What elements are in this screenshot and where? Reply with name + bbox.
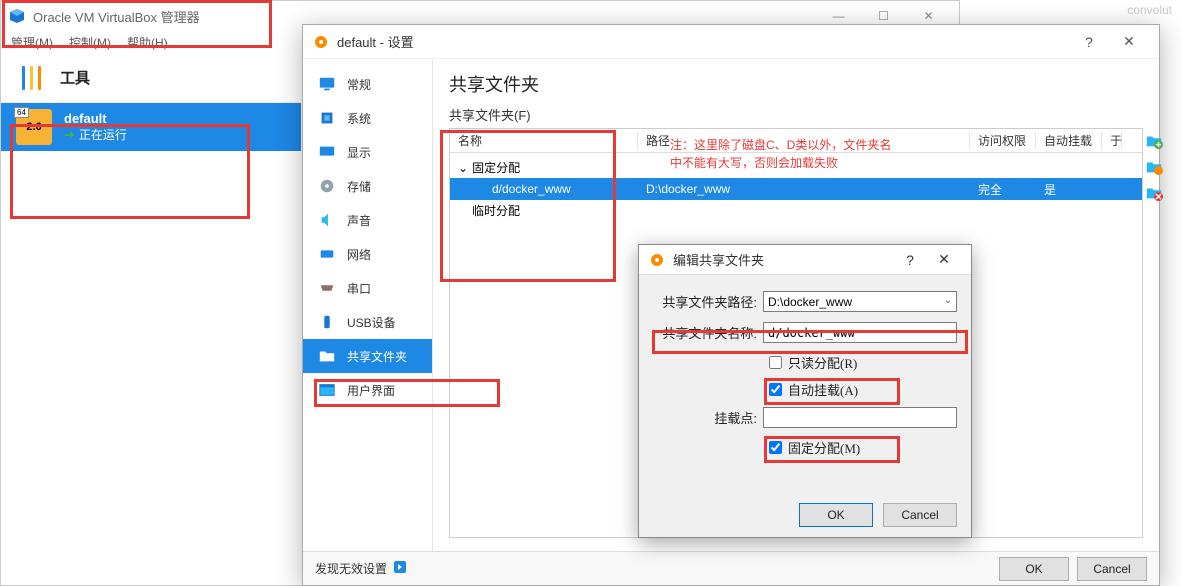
folder-name-input[interactable] <box>763 322 957 343</box>
group-fixed[interactable]: ⌄ 固定分配 <box>450 157 1142 178</box>
chevron-down-icon: ⌄ <box>944 295 952 306</box>
main-title: Oracle VM VirtualBox 管理器 <box>33 7 816 26</box>
menu-help[interactable]: 帮助(H) <box>127 34 168 51</box>
automount-checkbox[interactable] <box>769 383 782 396</box>
col-path[interactable]: 路径 <box>638 132 970 149</box>
settings-title: default - 设置 <box>337 32 1069 51</box>
running-arrow-icon: ➔ <box>64 127 75 143</box>
ok-button[interactable]: OK <box>799 503 873 527</box>
category-shared-folders[interactable]: 共享文件夹 <box>303 339 432 373</box>
vm-list-sidebar: 工具 64 2.6 default ➔ 正在运行 <box>1 53 301 585</box>
edit-shared-folder-dialog: 编辑共享文件夹 ? ✕ 共享文件夹路径: D:\docker_www ⌄ 共享文… <box>638 244 972 538</box>
chip-icon <box>317 108 337 128</box>
mountpoint-input[interactable] <box>763 407 957 428</box>
label-automount[interactable]: 自动挂载(A) <box>788 380 858 399</box>
vm-status: 正在运行 <box>79 126 127 143</box>
label-mountpoint: 挂载点: <box>653 408 763 427</box>
cell-name: d/docker_www <box>450 182 638 196</box>
gear-icon <box>649 252 665 268</box>
display-icon <box>317 142 337 162</box>
label-readonly[interactable]: 只读分配(R) <box>788 353 857 372</box>
label-folder-path: 共享文件夹路径: <box>653 292 763 311</box>
permanent-checkbox[interactable] <box>769 441 782 454</box>
tools-label: 工具 <box>60 67 90 88</box>
cell-access: 完全 <box>970 181 1036 198</box>
group-temp[interactable]: 临时分配 <box>450 200 1142 221</box>
monitor-icon <box>317 74 337 94</box>
category-network[interactable]: 网络 <box>303 237 432 271</box>
edit-title: 编辑共享文件夹 <box>673 250 893 269</box>
cell-auto: 是 <box>1036 181 1102 198</box>
cancel-button[interactable]: Cancel <box>883 503 957 527</box>
col-access[interactable]: 访问权限 <box>970 132 1036 149</box>
folder-path-select[interactable]: D:\docker_www ⌄ <box>763 291 957 312</box>
category-ui[interactable]: 用户界面 <box>303 373 432 407</box>
settings-titlebar[interactable]: default - 设置 ? ✕ <box>303 25 1159 59</box>
faded-text: convolut <box>1127 3 1172 17</box>
window-icon <box>317 380 337 400</box>
col-name[interactable]: 名称 <box>450 132 638 149</box>
disk-icon <box>317 176 337 196</box>
label-folder-name: 共享文件夹名称: <box>653 323 763 342</box>
table-row[interactable]: d/docker_www D:\docker_www 完全 是 <box>450 178 1142 200</box>
edit-folder-button[interactable] <box>1144 157 1164 177</box>
tools-icon <box>16 62 48 94</box>
footer-status: 发现无效设置 <box>315 560 999 577</box>
category-serial[interactable]: 串口 <box>303 271 432 305</box>
menu-control[interactable]: 控制(M) <box>69 34 111 51</box>
readonly-checkbox[interactable] <box>769 356 782 369</box>
table-header: 名称 路径 访问权限 自动挂载 于 <box>450 129 1142 153</box>
settings-footer: 发现无效设置 OK Cancel <box>303 551 1159 585</box>
category-storage[interactable]: 存储 <box>303 169 432 203</box>
vm-name: default <box>64 111 127 126</box>
content-subtitle: 共享文件夹(F) <box>449 105 1143 124</box>
edit-titlebar[interactable]: 编辑共享文件夹 ? ✕ <box>639 245 971 275</box>
category-usb[interactable]: USB设备 <box>303 305 432 339</box>
category-audio[interactable]: 声音 <box>303 203 432 237</box>
category-display[interactable]: 显示 <box>303 135 432 169</box>
category-general[interactable]: 常规 <box>303 67 432 101</box>
chevron-down-icon: ⌄ <box>458 161 468 175</box>
close-button[interactable]: ✕ <box>1109 33 1149 50</box>
vm-64bit-badge: 64 <box>14 107 29 118</box>
category-system[interactable]: 系统 <box>303 101 432 135</box>
folder-icon <box>317 346 337 366</box>
virtualbox-logo-icon <box>9 8 25 24</box>
usb-icon <box>317 312 337 332</box>
tools-entry[interactable]: 工具 <box>1 53 301 103</box>
help-button[interactable]: ? <box>893 252 927 268</box>
content-title: 共享文件夹 <box>449 71 1143 97</box>
network-icon <box>317 244 337 264</box>
ok-button[interactable]: OK <box>999 557 1069 581</box>
settings-categories: 常规 系统 显示 存储 声音 网络 串口 USB设备 共享文件夹 用户界面 <box>303 59 433 551</box>
help-button[interactable]: ? <box>1069 34 1109 50</box>
cancel-button[interactable]: Cancel <box>1077 557 1147 581</box>
close-button[interactable]: ✕ <box>927 251 961 268</box>
add-folder-button[interactable] <box>1144 131 1164 151</box>
vm-os-icon: 64 2.6 <box>16 109 52 145</box>
warning-icon <box>393 560 407 577</box>
col-at[interactable]: 于 <box>1102 132 1122 149</box>
remove-folder-button[interactable] <box>1144 183 1164 203</box>
speaker-icon <box>317 210 337 230</box>
serial-icon <box>317 278 337 298</box>
col-auto[interactable]: 自动挂载 <box>1036 132 1102 149</box>
label-permanent[interactable]: 固定分配(M) <box>788 438 860 457</box>
gear-icon <box>313 34 329 50</box>
vm-entry-default[interactable]: 64 2.6 default ➔ 正在运行 <box>1 103 301 151</box>
cell-path: D:\docker_www <box>638 182 970 196</box>
vm-version: 2.6 <box>26 121 41 133</box>
table-side-buttons <box>1144 129 1166 203</box>
menu-manage[interactable]: 管理(M) <box>11 34 53 51</box>
